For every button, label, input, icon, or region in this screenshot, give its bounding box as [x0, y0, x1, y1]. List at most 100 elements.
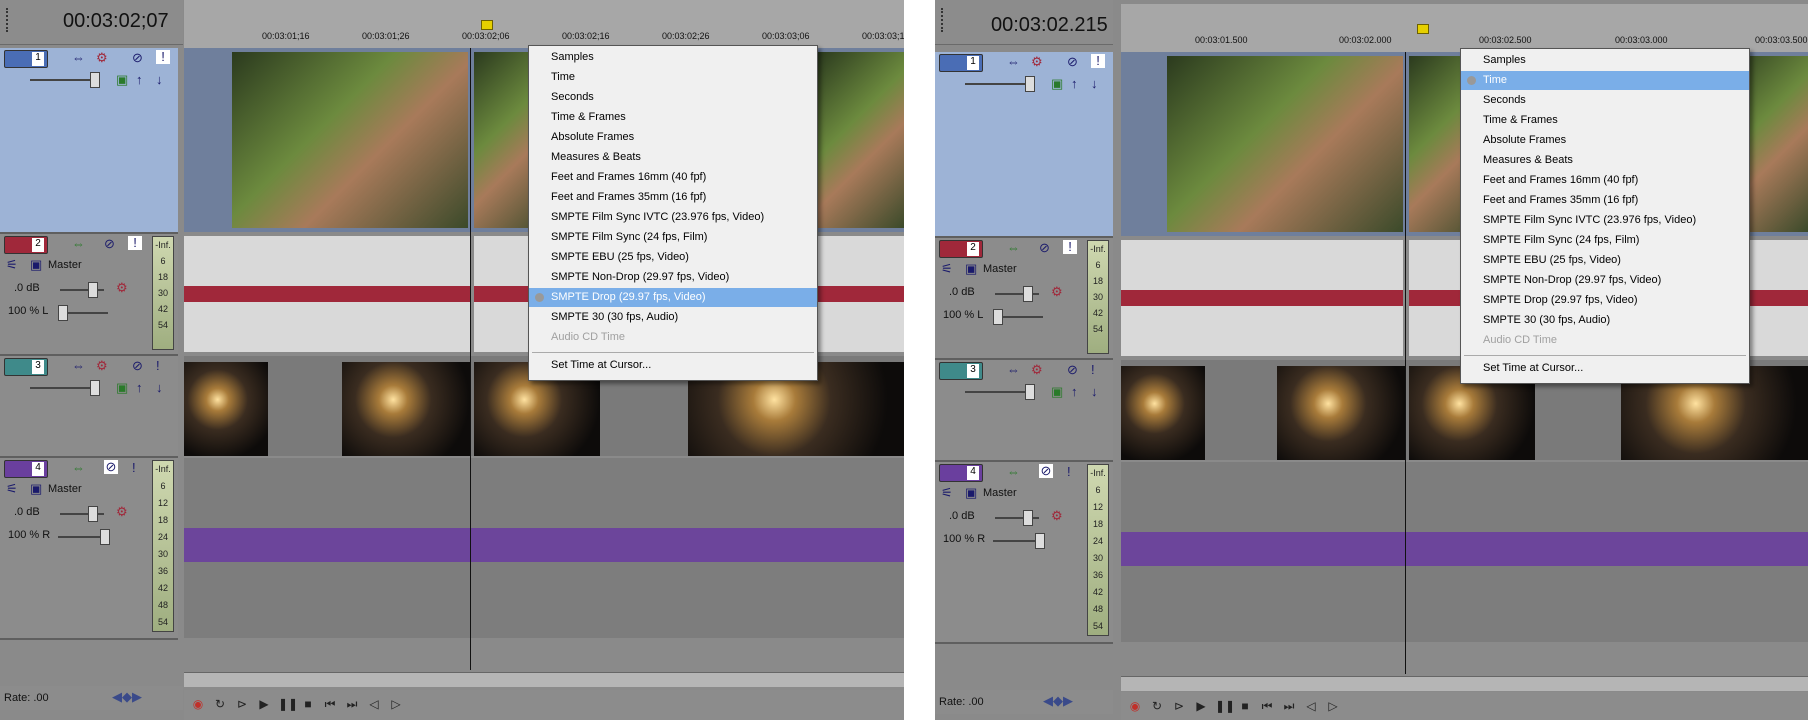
prev-frame-icon[interactable]: ◁: [1303, 698, 1319, 714]
menu-item-smpte-ebu[interactable]: SMPTE EBU (25 fps, Video): [1461, 251, 1749, 270]
pause-icon[interactable]: ❚❚: [278, 696, 298, 712]
slider-knob[interactable]: [1023, 510, 1033, 526]
menu-item-feet-35mm[interactable]: Feet and Frames 35mm (16 fpf): [1461, 191, 1749, 210]
fx-gear-icon[interactable]: ⚙: [96, 359, 108, 373]
solo-icon[interactable]: !: [156, 359, 160, 373]
next-frame-icon[interactable]: ▷: [1325, 698, 1341, 714]
track-header-3[interactable]: 3 ⇔ ⚙ ⊘ ! ▣ ↑ ↓: [0, 356, 178, 458]
grip-handle[interactable]: [941, 8, 946, 32]
video-clip[interactable]: [184, 362, 268, 456]
parent-icon[interactable]: ↑: [1071, 77, 1078, 91]
fx-gear-icon[interactable]: ⚙: [1031, 363, 1043, 377]
video-clip[interactable]: [1277, 366, 1405, 460]
timecode-display[interactable]: 00:03:02;07: [63, 10, 169, 33]
track-header-4[interactable]: 4 ⇔ ⊘ ! ⚟ ▣ Master .0 dB ⚙ 100 % R -Inf.…: [935, 462, 1113, 644]
pan-value[interactable]: 100 % L: [8, 305, 48, 317]
menu-item-feet-16mm[interactable]: Feet and Frames 16mm (40 fpf): [1461, 171, 1749, 190]
solo-icon[interactable]: !: [1067, 465, 1071, 479]
time-ruler[interactable]: 00:03:01.500 00:03:02.000 00:03:02.500 0…: [1121, 4, 1808, 53]
pan-value[interactable]: 100 % L: [943, 309, 983, 321]
menu-item-feet-16mm[interactable]: Feet and Frames 16mm (40 fpf): [529, 168, 817, 187]
track-lane-4[interactable]: [1121, 462, 1808, 642]
menu-item-feet-35mm[interactable]: Feet and Frames 35mm (16 fpf): [529, 188, 817, 207]
fx-gear-icon[interactable]: ⚙: [1051, 509, 1063, 523]
pan-icon[interactable]: ⇔: [72, 237, 85, 251]
mute-icon[interactable]: ⊘: [104, 237, 115, 251]
solo-icon[interactable]: !: [1091, 54, 1105, 68]
shuttle-control-icon[interactable]: ◀◆▶: [1043, 694, 1073, 708]
composite-icon[interactable]: ▣: [1051, 385, 1063, 399]
audio-clip[interactable]: [1121, 240, 1403, 356]
menu-item-absolute-frames[interactable]: Absolute Frames: [1461, 131, 1749, 150]
menu-item-measures-beats[interactable]: Measures & Beats: [529, 148, 817, 167]
menu-item-time[interactable]: Time: [1461, 71, 1749, 90]
automation-icon[interactable]: ⚟: [6, 258, 18, 272]
video-clip[interactable]: [232, 52, 468, 228]
menu-item-smpte-non-drop[interactable]: SMPTE Non-Drop (29.97 fps, Video): [529, 268, 817, 287]
solo-icon[interactable]: !: [128, 236, 142, 250]
play-from-start-icon[interactable]: ⊳: [1171, 698, 1187, 714]
menu-item-smpte-ivtc[interactable]: SMPTE Film Sync IVTC (23.976 fps, Video): [529, 208, 817, 227]
menu-item-set-time-at-cursor[interactable]: Set Time at Cursor...: [529, 356, 817, 375]
menu-item-smpte-30[interactable]: SMPTE 30 (30 fps, Audio): [529, 308, 817, 327]
pan-icon[interactable]: ⇔: [72, 461, 85, 475]
timecode-display[interactable]: 00:03:02.215: [991, 14, 1108, 37]
go-to-start-icon[interactable]: ⏮: [322, 696, 338, 712]
play-icon[interactable]: ▶: [1193, 698, 1209, 714]
playhead-cursor[interactable]: [470, 48, 471, 670]
pan-icon[interactable]: ⇔: [1007, 363, 1020, 377]
fx-gear-icon[interactable]: ⚙: [1051, 285, 1063, 299]
menu-item-time-frames[interactable]: Time & Frames: [1461, 111, 1749, 130]
video-clip[interactable]: [818, 52, 904, 228]
menu-item-smpte-film[interactable]: SMPTE Film Sync (24 fps, Film): [1461, 231, 1749, 250]
record-icon[interactable]: ◉: [190, 696, 206, 712]
menu-item-seconds[interactable]: Seconds: [1461, 91, 1749, 110]
slider-knob[interactable]: [1035, 533, 1045, 549]
automation-icon[interactable]: ⚟: [941, 262, 953, 276]
audio-clip[interactable]: [184, 236, 470, 352]
volume-value[interactable]: .0 dB: [949, 510, 975, 522]
solo-icon[interactable]: !: [1091, 363, 1095, 377]
prev-frame-icon[interactable]: ◁: [366, 696, 382, 712]
play-icon[interactable]: ▶: [256, 696, 272, 712]
fx-gear-icon[interactable]: ⚙: [116, 281, 128, 295]
child-icon[interactable]: ↓: [156, 381, 163, 395]
menu-item-absolute-frames[interactable]: Absolute Frames: [529, 128, 817, 147]
child-icon[interactable]: ↓: [156, 73, 163, 87]
stop-icon[interactable]: ■: [1237, 698, 1253, 714]
marker-flag-icon[interactable]: [481, 20, 493, 30]
child-icon[interactable]: ↓: [1091, 77, 1098, 91]
parent-icon[interactable]: ↑: [136, 381, 143, 395]
pan-icon[interactable]: ⇔: [1007, 55, 1020, 69]
menu-item-time-frames[interactable]: Time & Frames: [529, 108, 817, 127]
pan-icon[interactable]: ⇔: [72, 51, 85, 65]
mute-icon[interactable]: ⊘: [1067, 363, 1078, 377]
automation-icon[interactable]: ⚟: [6, 482, 18, 496]
child-icon[interactable]: ↓: [1091, 385, 1098, 399]
composite-icon[interactable]: ▣: [116, 381, 128, 395]
menu-item-set-time-at-cursor[interactable]: Set Time at Cursor...: [1461, 359, 1749, 378]
mute-icon[interactable]: ⊘: [104, 460, 118, 474]
menu-item-smpte-ivtc[interactable]: SMPTE Film Sync IVTC (23.976 fps, Video): [1461, 211, 1749, 230]
stop-icon[interactable]: ■: [300, 696, 316, 712]
composite-icon[interactable]: ▣: [116, 73, 128, 87]
menu-item-smpte-drop[interactable]: SMPTE Drop (29.97 fps, Video): [1461, 291, 1749, 310]
composite-icon[interactable]: ▣: [1051, 77, 1063, 91]
fx-gear-icon[interactable]: ⚙: [1031, 55, 1043, 69]
volume-value[interactable]: .0 dB: [949, 286, 975, 298]
menu-item-samples[interactable]: Samples: [1461, 51, 1749, 70]
parent-icon[interactable]: ↑: [1071, 385, 1078, 399]
menu-item-smpte-film[interactable]: SMPTE Film Sync (24 fps, Film): [529, 228, 817, 247]
slider-knob[interactable]: [90, 72, 100, 88]
slider-knob[interactable]: [58, 305, 68, 321]
mute-icon[interactable]: ⊘: [1039, 241, 1050, 255]
record-icon[interactable]: ◉: [1127, 698, 1143, 714]
menu-item-time[interactable]: Time: [529, 68, 817, 87]
shuttle-control-icon[interactable]: ◀◆▶: [112, 690, 142, 704]
solo-icon[interactable]: !: [132, 461, 136, 475]
pan-icon[interactable]: ⇔: [1007, 241, 1020, 255]
track-header-1[interactable]: 1 ⇔ ⚙ ⊘ ! ▣ ↑ ↓: [935, 52, 1113, 238]
slider-knob[interactable]: [88, 506, 98, 522]
video-clip[interactable]: [1121, 366, 1205, 460]
slider-knob[interactable]: [1025, 76, 1035, 92]
